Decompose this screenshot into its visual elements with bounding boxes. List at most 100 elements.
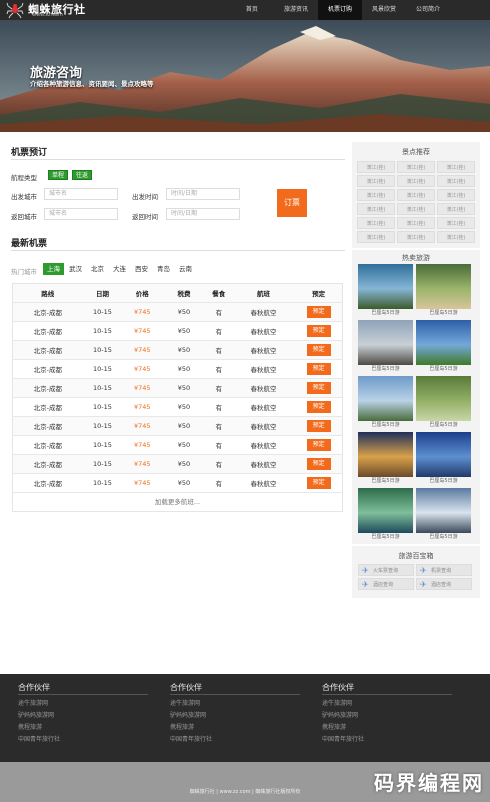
- city-tab-beijing[interactable]: 北京: [87, 263, 108, 275]
- hot-tour-card[interactable]: 巴厘岛5日游: [358, 320, 413, 374]
- footer-link[interactable]: 携程旅游: [322, 722, 452, 734]
- hot-tour-card[interactable]: 巴厘岛5日游: [416, 320, 471, 374]
- hot-tour-caption[interactable]: 巴厘岛5日游: [358, 421, 413, 430]
- hot-tour-caption[interactable]: 巴厘岛5日游: [358, 533, 413, 542]
- footer-link[interactable]: 中国青年旅行社: [170, 734, 300, 746]
- hot-tour-card[interactable]: 巴厘岛5日游: [358, 376, 413, 430]
- hot-tour-photo[interactable]: [358, 320, 413, 365]
- book-flight-button[interactable]: 预定: [306, 439, 331, 451]
- hot-tour-photo[interactable]: [416, 376, 471, 421]
- footer-link[interactable]: 驴妈妈旅游网: [322, 710, 452, 722]
- footer-link[interactable]: 携程旅游: [18, 722, 148, 734]
- hot-tour-card[interactable]: 巴厘岛5日游: [416, 488, 471, 542]
- spot-link[interactable]: 漓江(桂): [397, 217, 435, 229]
- city-tab-shanghai[interactable]: 上海: [43, 263, 64, 275]
- hot-tour-caption[interactable]: 巴厘岛5日游: [416, 309, 471, 318]
- spot-link[interactable]: 漓江(桂): [357, 175, 395, 187]
- footer-link[interactable]: 途牛旅游网: [322, 698, 452, 710]
- nav-item-scenery[interactable]: 风景欣赏: [362, 0, 406, 20]
- book-flight-button[interactable]: 预定: [306, 344, 331, 356]
- hot-tour-caption[interactable]: 巴厘岛5日游: [416, 421, 471, 430]
- hot-tour-card[interactable]: 巴厘岛5日游: [358, 264, 413, 318]
- hot-tour-caption[interactable]: 巴厘岛5日游: [358, 365, 413, 374]
- hot-tour-photo[interactable]: [358, 432, 413, 477]
- spot-link[interactable]: 漓江(桂): [357, 161, 395, 173]
- travel-tools-panel: 旅游百宝箱 ✈ 火车票查询 ✈ 机票查询 ✈ 酒店查询 ✈ 酒店查询: [352, 546, 480, 598]
- city-tab-xian[interactable]: 西安: [131, 263, 152, 275]
- load-more-link[interactable]: 加载更多航班...: [13, 493, 342, 511]
- spider-logo-icon[interactable]: [6, 1, 24, 19]
- hot-tour-caption[interactable]: 巴厘岛5日游: [358, 477, 413, 486]
- footer-link[interactable]: 途牛旅游网: [170, 698, 300, 710]
- return-time-input[interactable]: 时间/日期: [166, 208, 240, 220]
- city-tab-wuhan[interactable]: 武汉: [65, 263, 86, 275]
- hot-tour-card[interactable]: 巴厘岛5日游: [416, 432, 471, 486]
- footer-link[interactable]: 携程旅游: [170, 722, 300, 734]
- book-flight-button[interactable]: 预定: [306, 477, 331, 489]
- spot-link[interactable]: 漓江(桂): [397, 231, 435, 243]
- hot-tour-caption[interactable]: 巴厘岛5日游: [416, 365, 471, 374]
- city-tab-qingdao[interactable]: 青岛: [153, 263, 174, 275]
- spot-link[interactable]: 漓江(桂): [357, 231, 395, 243]
- hot-tour-card[interactable]: 巴厘岛5日游: [416, 376, 471, 430]
- trip-type-oneway[interactable]: 单程: [48, 170, 69, 180]
- travel-tool-link[interactable]: ✈ 酒店查询: [416, 578, 472, 590]
- hot-tour-photo[interactable]: [416, 488, 471, 533]
- trip-type-return[interactable]: 往返: [72, 170, 93, 180]
- travel-tool-link[interactable]: ✈ 机票查询: [416, 564, 472, 576]
- spot-link[interactable]: 漓江(桂): [437, 203, 475, 215]
- hot-tour-photo[interactable]: [358, 376, 413, 421]
- hot-tour-photo[interactable]: [358, 488, 413, 533]
- spot-link[interactable]: 漓江(桂): [397, 175, 435, 187]
- spot-link[interactable]: 漓江(桂): [437, 217, 475, 229]
- book-flight-button[interactable]: 预定: [306, 363, 331, 375]
- from-city-input[interactable]: 城市名: [44, 188, 118, 200]
- spot-link[interactable]: 漓江(桂): [437, 175, 475, 187]
- trip-type-label: 航程类型: [11, 174, 37, 182]
- spot-link[interactable]: 漓江(桂): [357, 203, 395, 215]
- nav-item-home[interactable]: 首页: [230, 0, 274, 20]
- hot-tour-caption[interactable]: 巴厘岛5日游: [416, 477, 471, 486]
- footer-link[interactable]: 驴妈妈旅游网: [18, 710, 148, 722]
- footer-link[interactable]: 驴妈妈旅游网: [170, 710, 300, 722]
- action-cell: 预定: [295, 325, 342, 337]
- hot-tour-caption[interactable]: 巴厘岛5日游: [358, 309, 413, 318]
- book-ticket-button[interactable]: 订票: [277, 189, 307, 217]
- footer-link[interactable]: 中国青年旅行社: [18, 734, 148, 746]
- spot-link[interactable]: 漓江(桂): [357, 217, 395, 229]
- hot-tour-caption[interactable]: 巴厘岛5日游: [416, 533, 471, 542]
- book-flight-button[interactable]: 预定: [306, 458, 331, 470]
- book-flight-button[interactable]: 预定: [306, 382, 331, 394]
- book-flight-button[interactable]: 预定: [306, 325, 331, 337]
- hot-tour-card[interactable]: 巴厘岛5日游: [416, 264, 471, 318]
- spot-link[interactable]: 漓江(桂): [357, 189, 395, 201]
- hot-tour-photo[interactable]: [416, 264, 471, 309]
- spot-link[interactable]: 漓江(桂): [397, 189, 435, 201]
- spot-link[interactable]: 漓江(桂): [397, 203, 435, 215]
- spot-link[interactable]: 漓江(桂): [437, 189, 475, 201]
- spot-link[interactable]: 漓江(桂): [437, 231, 475, 243]
- footer-link[interactable]: 途牛旅游网: [18, 698, 148, 710]
- city-tab-yunnan[interactable]: 云南: [175, 263, 196, 275]
- price-cell: ¥745: [133, 479, 151, 487]
- return-city-input[interactable]: 城市名: [44, 208, 118, 220]
- hot-tour-photo[interactable]: [416, 432, 471, 477]
- nav-item-travel-news[interactable]: 旅游资讯: [274, 0, 318, 20]
- travel-tool-link[interactable]: ✈ 火车票查询: [358, 564, 414, 576]
- spot-link[interactable]: 漓江(桂): [437, 161, 475, 173]
- action-cell: 预定: [295, 306, 342, 318]
- city-tab-dalian[interactable]: 大连: [109, 263, 130, 275]
- hot-tour-photo[interactable]: [358, 264, 413, 309]
- travel-tool-link[interactable]: ✈ 酒店查询: [358, 578, 414, 590]
- nav-item-about[interactable]: 公司简介: [406, 0, 450, 20]
- book-flight-button[interactable]: 预定: [306, 420, 331, 432]
- book-flight-button[interactable]: 预定: [306, 306, 331, 318]
- nav-item-ticket-booking[interactable]: 机票订购: [317, 0, 362, 20]
- depart-time-input[interactable]: 时间/日期: [166, 188, 240, 200]
- hot-tour-card[interactable]: 巴厘岛5日游: [358, 488, 413, 542]
- footer-link[interactable]: 中国青年旅行社: [322, 734, 452, 746]
- hot-tour-photo[interactable]: [416, 320, 471, 365]
- book-flight-button[interactable]: 预定: [306, 401, 331, 413]
- hot-tour-card[interactable]: 巴厘岛5日游: [358, 432, 413, 486]
- spot-link[interactable]: 漓江(桂): [397, 161, 435, 173]
